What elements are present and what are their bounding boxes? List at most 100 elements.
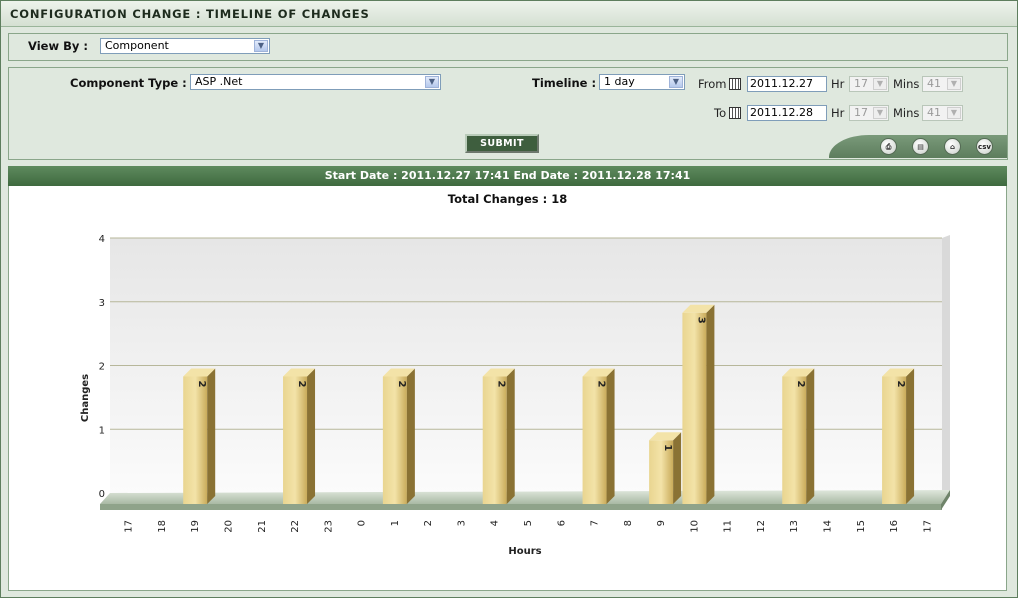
from-hr-select[interactable]: 17 ▼ [849, 76, 889, 92]
chevron-down-icon[interactable]: ▼ [873, 78, 887, 90]
bar-side [806, 368, 815, 504]
app-window: CONFIGURATION CHANGE : TIMELINE OF CHANG… [0, 0, 1018, 598]
data-label: 2 [895, 381, 906, 388]
chevron-down-icon[interactable]: ▼ [947, 107, 961, 119]
component-type-label: Component Type : [70, 76, 187, 90]
to-label: To [714, 106, 727, 120]
x-tick-label: 14 [823, 520, 834, 533]
data-label: 2 [795, 381, 806, 388]
x-tick-label: 0 [357, 520, 368, 526]
bar-side [906, 368, 915, 504]
bar-side [506, 368, 515, 504]
to-mins-value: 41 [927, 106, 941, 119]
page-title: CONFIGURATION CHANGE : TIMELINE OF CHANG… [10, 7, 370, 21]
y-tick-label: 4 [99, 234, 105, 245]
view-by-label: View By : [28, 39, 88, 53]
bar [882, 376, 907, 504]
x-tick-label: 23 [323, 520, 334, 533]
from-hr-value: 17 [854, 77, 868, 90]
export-toolbar: ⎙ ▤ ⌂ csv [829, 135, 1007, 158]
print-icon[interactable]: ⎙ [880, 138, 897, 155]
x-tick-label: 1 [390, 520, 401, 526]
pdf-icon[interactable]: ▤ [912, 138, 929, 155]
x-tick-label: 7 [590, 520, 601, 526]
x-tick-label: 12 [756, 520, 767, 533]
csv-icon[interactable]: csv [976, 138, 993, 155]
to-mins-label: Mins [893, 106, 920, 120]
x-tick-label: 21 [257, 520, 268, 533]
data-label: 2 [396, 381, 407, 388]
component-type-value: ASP .Net [195, 75, 243, 88]
chevron-down-icon[interactable]: ▼ [947, 78, 961, 90]
calendar-icon[interactable] [729, 107, 741, 119]
from-label: From [698, 77, 727, 91]
x-tick-label: 5 [523, 520, 534, 526]
to-date-input[interactable]: 2011.12.28 [747, 105, 827, 121]
from-date-input[interactable]: 2011.12.27 [747, 76, 827, 92]
view-by-panel: View By : Component ▼ [8, 33, 1008, 61]
home-icon[interactable]: ⌂ [944, 138, 961, 155]
data-label: 2 [596, 381, 607, 388]
view-by-value: Component [105, 39, 169, 52]
bar-side [706, 304, 715, 504]
data-label: 2 [296, 381, 307, 388]
x-tick-label: 17 [124, 520, 135, 533]
date-range-bar: Start Date : 2011.12.27 17:41 End Date :… [8, 166, 1007, 186]
bar [382, 376, 407, 504]
to-mins-select[interactable]: 41 ▼ [922, 105, 963, 121]
x-tick-label: 17 [922, 520, 933, 533]
chevron-down-icon[interactable]: ▼ [425, 76, 439, 88]
chart-panel: Total Changes : 18 0 1 2 3 4 17 18 2 19 20 21 2 22 23… [8, 186, 1007, 591]
y-tick-label: 3 [99, 298, 105, 309]
data-label: 2 [496, 381, 507, 388]
chevron-down-icon[interactable]: ▼ [873, 107, 887, 119]
component-type-select[interactable]: ASP .Net ▼ [190, 74, 441, 90]
bar [183, 376, 208, 504]
x-tick-label: 10 [689, 520, 700, 533]
x-tick-label: 18 [157, 520, 168, 533]
bar [782, 376, 807, 504]
x-tick-label: 20 [223, 520, 234, 533]
chevron-down-icon[interactable]: ▼ [254, 40, 268, 52]
x-tick-label: 13 [789, 520, 800, 533]
y-tick-label: 2 [99, 362, 105, 373]
data-label: 2 [196, 381, 207, 388]
x-tick-label: 9 [656, 520, 667, 526]
to-hr-select[interactable]: 17 ▼ [849, 105, 889, 121]
y-tick-label: 0 [99, 489, 105, 500]
bar-side [307, 368, 316, 504]
bar [482, 376, 507, 504]
y-tick-label: 1 [99, 425, 105, 436]
to-hr-value: 17 [854, 106, 868, 119]
x-axis-title: Hours [508, 546, 541, 557]
x-tick-label: 22 [290, 520, 301, 533]
timeline-value: 1 day [604, 75, 635, 88]
view-by-select[interactable]: Component ▼ [100, 38, 270, 54]
x-tick-label: 4 [490, 520, 501, 526]
filter-panel: Component Type : ASP .Net ▼ Timeline : 1… [8, 67, 1008, 160]
bar-side [207, 368, 216, 504]
calendar-icon[interactable] [729, 78, 741, 90]
x-tick-label: 16 [889, 520, 900, 533]
x-tick-label: 8 [623, 520, 634, 526]
x-tick-label: 2 [423, 520, 434, 526]
y-axis-title: Changes [80, 374, 91, 422]
x-tick-label: 11 [723, 520, 734, 533]
from-mins-value: 41 [927, 77, 941, 90]
bar-side [673, 432, 682, 504]
bar-side [406, 368, 415, 504]
to-hr-label: Hr [831, 106, 845, 120]
x-tick-label: 3 [456, 520, 467, 526]
bar [582, 376, 607, 504]
bar [283, 376, 308, 504]
from-mins-label: Mins [893, 77, 920, 91]
data-label: 3 [695, 317, 706, 324]
data-label: 1 [662, 444, 673, 451]
x-tick-label: 15 [856, 520, 867, 533]
chart-floor-edge [100, 504, 942, 510]
timeline-select[interactable]: 1 day ▼ [599, 74, 685, 90]
from-mins-select[interactable]: 41 ▼ [922, 76, 963, 92]
submit-button[interactable]: SUBMIT [465, 134, 539, 153]
chevron-down-icon[interactable]: ▼ [669, 76, 683, 88]
bar [682, 312, 707, 504]
